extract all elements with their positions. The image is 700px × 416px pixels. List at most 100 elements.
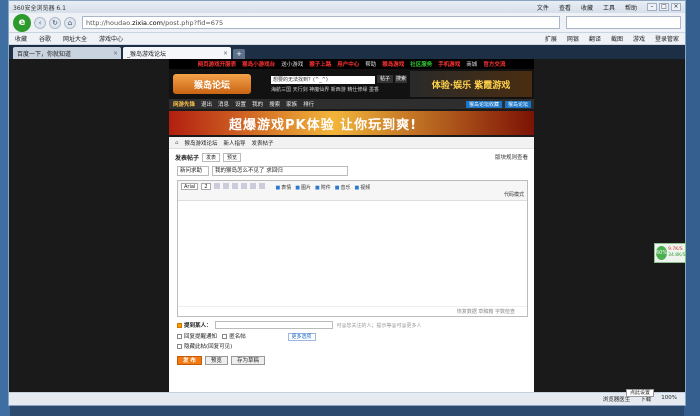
bookmark-favorites[interactable]: 收藏 [15,34,27,43]
back-icon[interactable]: ‹ [34,16,46,29]
music-button[interactable]: 音乐 [335,184,351,191]
close-tab-icon[interactable]: × [113,50,118,57]
username[interactable]: 网游先锋 [173,100,195,108]
home-icon[interactable]: ⌂ [175,140,179,146]
topnav-link[interactable]: 猴岛游戏 [382,60,404,68]
maximize-button[interactable]: □ [659,3,669,11]
search-input[interactable] [566,16,681,29]
list-icon[interactable] [222,183,229,189]
window-title: 360安全浏览器 6.1 [13,4,66,12]
code-mode-toggle[interactable]: 代码模式 [504,191,524,198]
zoom-level[interactable]: 100% [661,395,677,403]
preview-button[interactable]: 预览 [204,356,228,365]
attachment-button[interactable]: 附件 [315,184,331,191]
subject-type-select[interactable]: 新问求助 [177,166,209,176]
translate-button[interactable]: 翻译 [589,34,601,43]
site-logo[interactable]: 猴岛论坛 [173,74,251,94]
save-draft-button[interactable]: 存为草稿 [230,356,265,365]
bookmark-google[interactable]: 谷歌 [39,34,51,43]
submit-button[interactable]: 发 布 [177,356,202,365]
breadcrumb-board[interactable]: 新人指导 [224,139,246,147]
url-prefix: http://houdao. [86,18,133,27]
video-button[interactable]: 视频 [355,184,370,191]
close-button[interactable]: × [671,3,681,11]
quote-icon[interactable] [258,183,265,189]
topnav-link[interactable]: 网页游戏开服表 [198,60,237,68]
post-editor[interactable]: Arial 2 表情 图片 附件 音乐 视频 [177,180,528,317]
hot-search-links[interactable]: 海航三国 天行剑 神魔仙界 新西游 精仕修缘 墨香 [271,86,379,93]
bookmark-sites[interactable]: 网址大全 [63,34,87,43]
menu-bar: 文件 查看 收藏 工具 帮助 [537,3,637,12]
tab-houdao[interactable]: _猴岛游戏论坛 × [123,47,231,59]
header-banner[interactable]: 体验·娱乐 紫霞游戏 [410,71,532,97]
topnav-link[interactable]: 用户中心 [337,60,359,68]
menu-ranking[interactable]: 排行 [303,100,314,108]
topnav-link[interactable]: 送小游戏 [281,60,303,68]
bookmark-games[interactable]: 游戏中心 [99,34,123,43]
align-icon[interactable] [213,183,220,189]
new-tab-button[interactable]: + [233,49,245,59]
image-button[interactable]: 图片 [295,184,311,191]
search-type-select[interactable]: 帖子 [377,75,393,83]
topnav-link[interactable]: 社区服务 [410,60,432,68]
topnav-link[interactable]: 猴岛小游戏台 [242,60,275,68]
browser-logo-icon: e [13,13,31,32]
form-buttons: 发 布 预览 存为草稿 [177,356,534,365]
topnav-link[interactable]: 猴子上路 [309,60,331,68]
emoji-button[interactable]: 表情 [276,184,291,191]
table-icon[interactable] [249,183,256,189]
anonymous-checkbox[interactable] [222,334,228,339]
menu-mine[interactable]: 我的 [252,100,263,108]
link-icon[interactable] [240,183,247,189]
tab-baidu[interactable]: 百度一下，你就知道 × [13,47,121,59]
site-search-button[interactable]: 搜索 [395,75,407,83]
font-select[interactable]: Arial [181,183,199,190]
topnav-link[interactable]: 手机游戏 [438,60,460,68]
site-home-button[interactable]: 猴岛论坛 [504,100,531,108]
mention-input[interactable] [214,321,333,329]
more-options-button[interactable]: 更多选项 [287,333,316,341]
extensions-button[interactable]: 扩展 [545,34,557,43]
indent-icon[interactable] [231,183,238,189]
media-buttons: 表情 图片 附件 音乐 视频 [276,184,370,191]
tray-tooltip[interactable]: 点此设置 [626,389,655,397]
menu-search[interactable]: 搜索 [269,100,280,108]
rules-link[interactable]: 版块规则查看 [495,153,528,161]
close-tab-icon[interactable]: × [223,50,228,57]
menu-settings[interactable]: 设置 [235,100,246,108]
bookmark-site-button[interactable]: 猴岛论坛收藏 [465,100,502,108]
network-speed-widget[interactable]: 60% 9.7K/S 34.8K/S [654,243,686,263]
editor-footer[interactable]: 恢复数据 草稿箱 字数检查 [178,306,527,316]
menu-file[interactable]: 文件 [537,3,549,12]
menu-view[interactable]: 查看 [559,3,571,12]
menu-family[interactable]: 家族 [286,100,297,108]
menu-help[interactable]: 帮助 [625,3,637,12]
menu-tools[interactable]: 工具 [603,3,615,12]
bank-button[interactable]: 网银 [567,34,579,43]
size-select[interactable]: 2 [201,183,211,190]
site-header: 猴岛论坛 想要的无法找到？(^_^) 海航三国 天行剑 神魔仙界 新西游 精仕修… [169,69,534,99]
topnav-link[interactable]: 官方交流 [483,60,505,68]
game-button[interactable]: 游戏 [633,34,645,43]
home-icon[interactable]: ⌂ [64,16,76,29]
menu-favorites[interactable]: 收藏 [581,3,593,12]
menu-messages[interactable]: 消息 [218,100,229,108]
refresh-icon[interactable]: ↻ [49,16,61,29]
topnav-link[interactable]: 帮助 [365,60,376,68]
minimize-button[interactable]: – [647,3,657,11]
post-heading-row: 发表帖子 发表 预览 版块规则查看 [169,152,534,162]
login-manager-button[interactable]: 登录管家 [655,34,679,43]
subject-input[interactable]: 我的猴岛怎么不见了 求回归 [212,166,348,176]
ad-banner[interactable]: 超爆游戏PK体验 让你玩到爽! [169,111,534,135]
tab-post[interactable]: 发表 [202,152,221,162]
site-search-input[interactable]: 想要的无法找到？(^_^) [271,75,375,84]
screenshot-button[interactable]: 截图 [611,34,623,43]
address-bar[interactable]: http://houdao. zixia.com/post.php?fid=675 [82,16,560,29]
menu-logout[interactable]: 退出 [201,100,212,108]
mention-checkbox[interactable] [177,322,182,328]
breadcrumb-forum[interactable]: 猴岛游戏论坛 [185,139,218,147]
reply-notify-checkbox[interactable] [177,334,182,339]
hide-post-checkbox[interactable] [177,344,182,349]
tab-preview[interactable]: 预览 [223,152,242,162]
topnav-link[interactable]: 商城 [466,60,477,68]
